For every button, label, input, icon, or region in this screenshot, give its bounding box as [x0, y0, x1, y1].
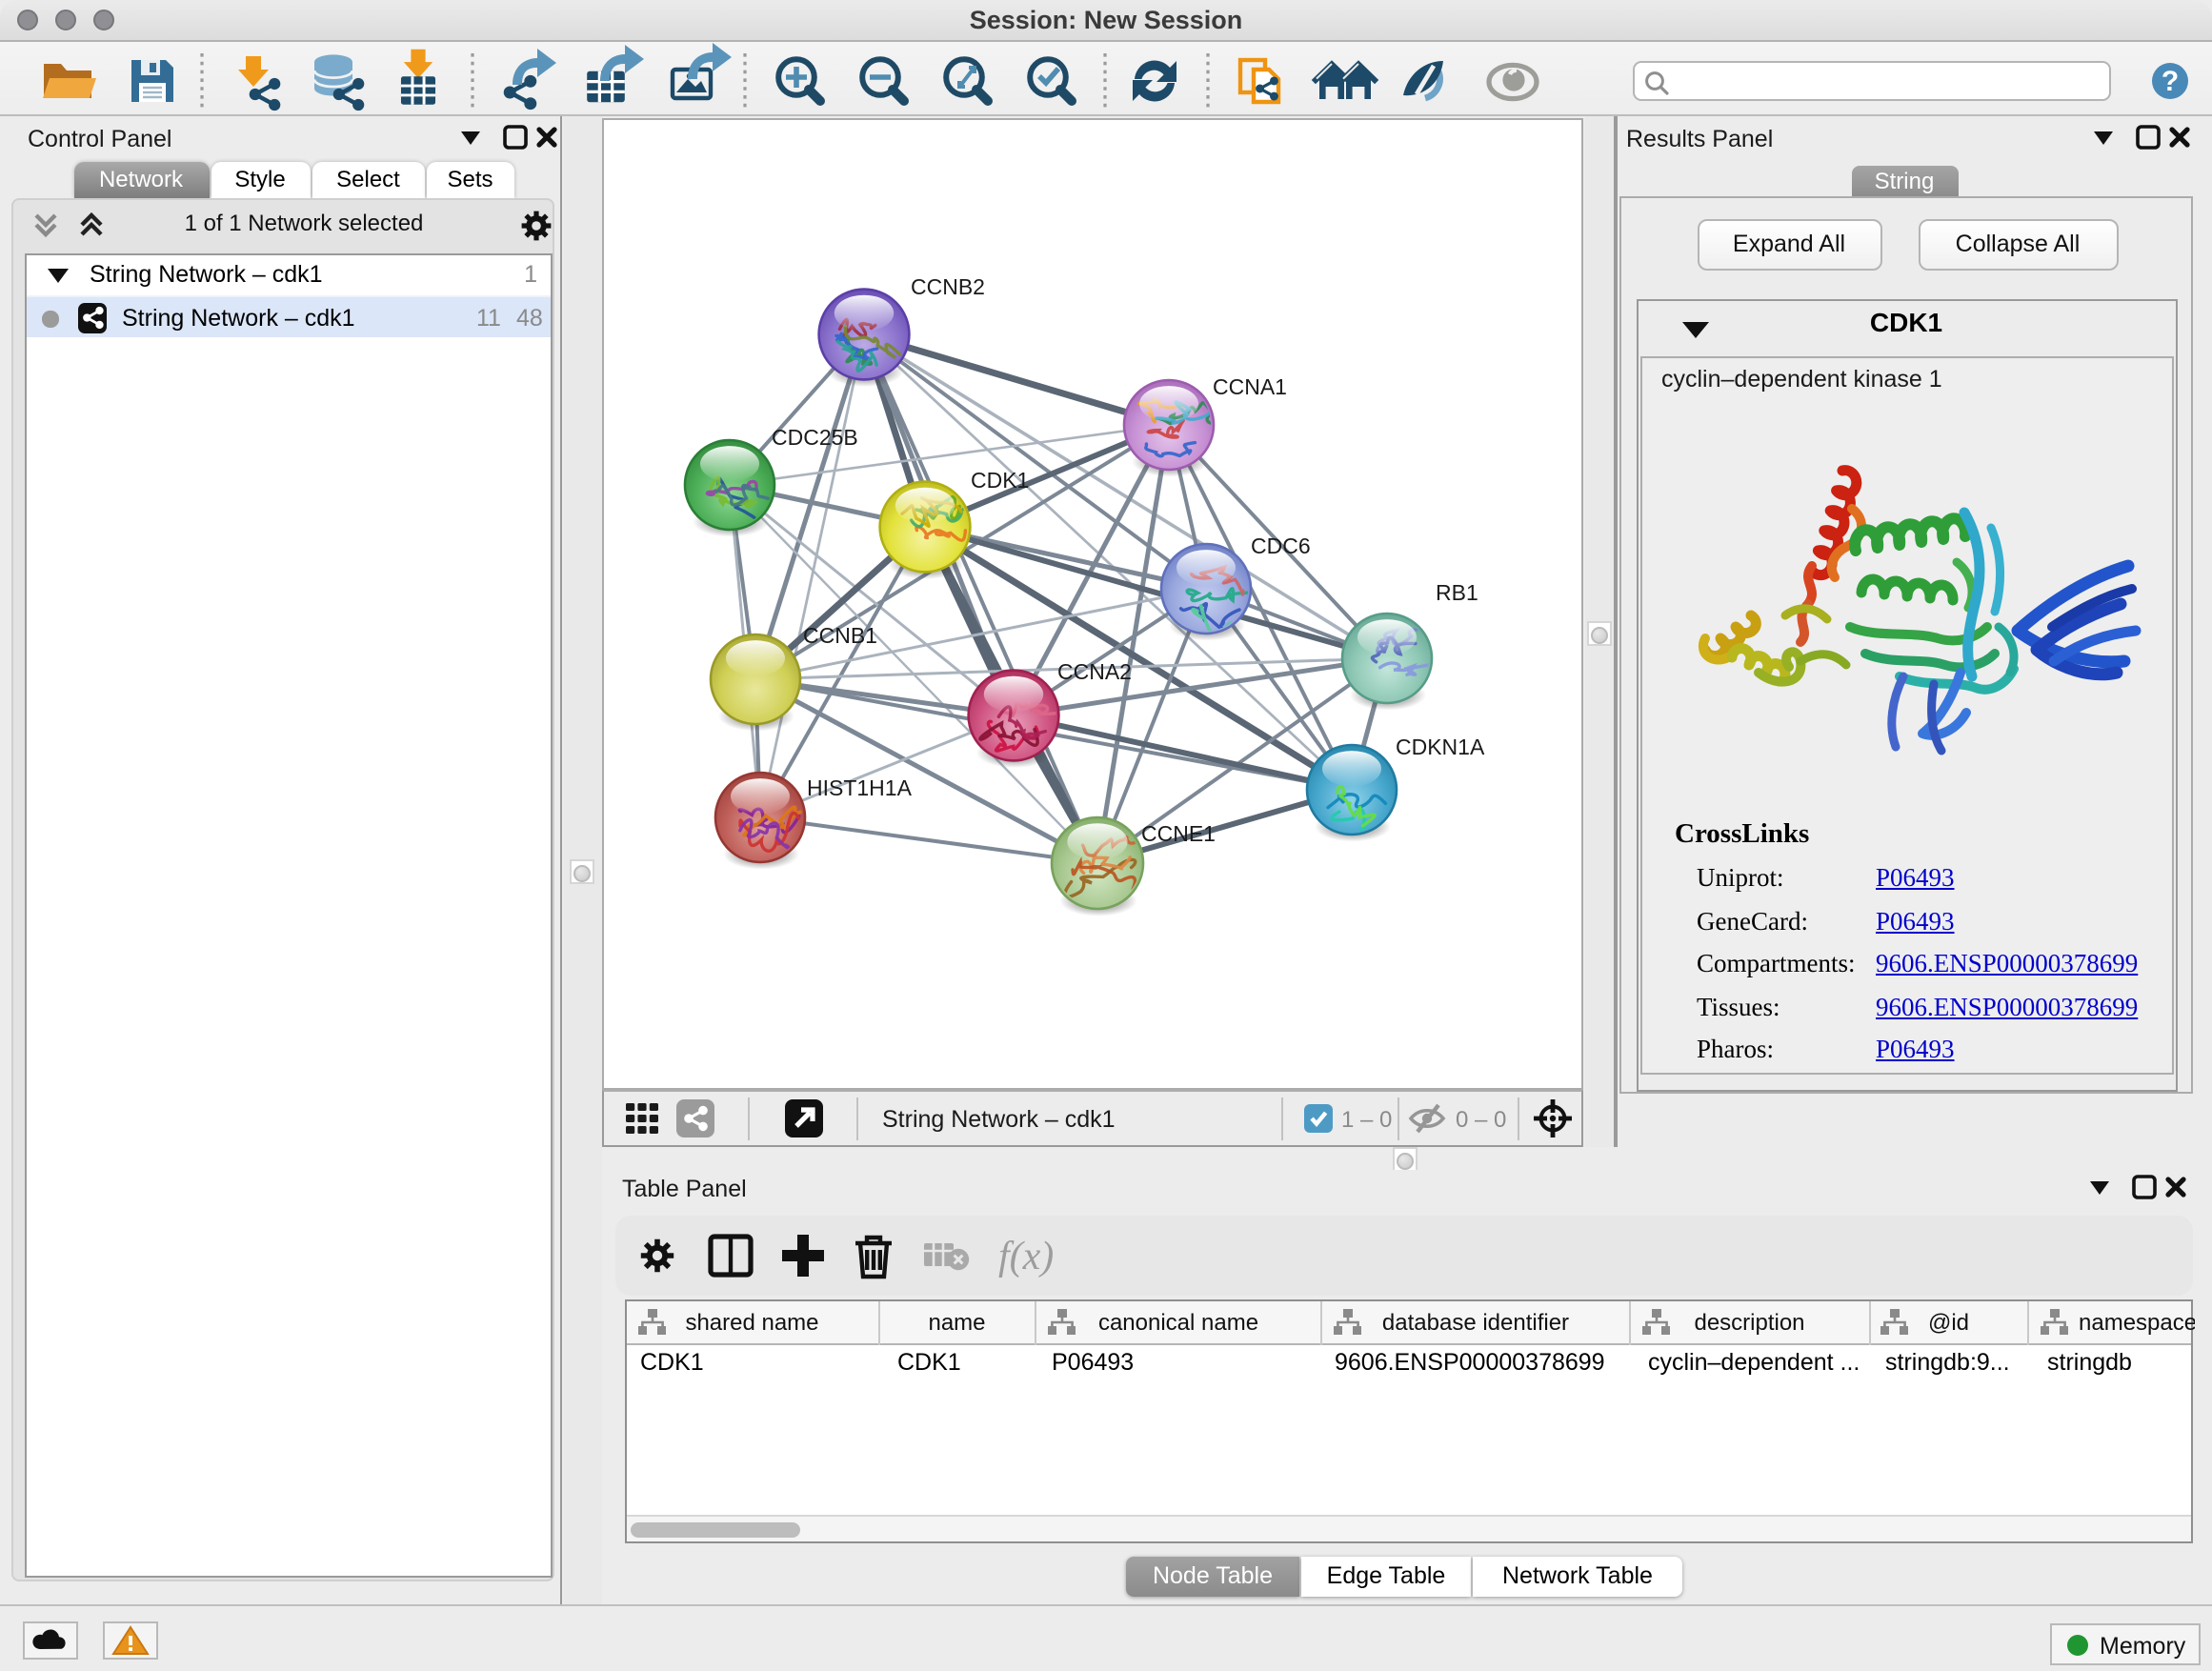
svg-text:CCNA2: CCNA2	[1056, 658, 1131, 683]
svg-text:RB1: RB1	[1435, 579, 1478, 604]
svg-text:CDKN1A: CDKN1A	[1395, 734, 1484, 758]
svg-text:CCNE1: CCNE1	[1140, 820, 1215, 845]
svg-text:1 – 0: 1 – 0	[1340, 1106, 1391, 1132]
svg-text:CDK1: CDK1	[970, 467, 1028, 492]
svg-text:f(x): f(x)	[997, 1234, 1053, 1278]
svg-text:String Network – cdk1: String Network – cdk1	[881, 1105, 1115, 1132]
svg-text:CDC25B: CDC25B	[771, 424, 857, 449]
svg-text:CCNB1: CCNB1	[802, 622, 876, 647]
svg-text:CCNA1: CCNA1	[1212, 373, 1286, 398]
svg-text:CDC6: CDC6	[1250, 533, 1310, 557]
svg-text:HIST1H1A: HIST1H1A	[806, 775, 912, 799]
svg-text:CCNB2: CCNB2	[910, 273, 984, 298]
svg-text:?: ?	[2162, 65, 2179, 96]
svg-text:0 – 0: 0 – 0	[1455, 1106, 1505, 1132]
